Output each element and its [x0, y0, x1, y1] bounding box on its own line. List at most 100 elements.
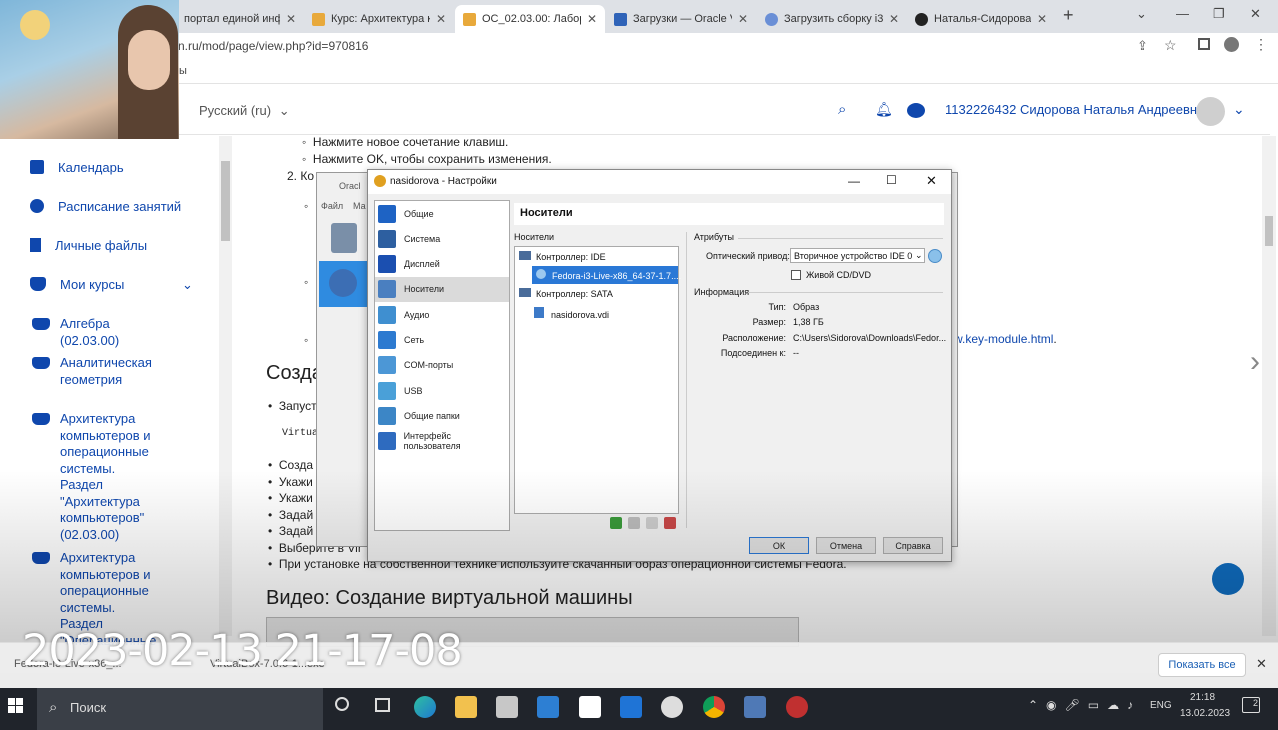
- profile-avatar[interactable]: [1224, 37, 1239, 52]
- messages-icon[interactable]: [907, 103, 925, 118]
- next-page-chevron-icon[interactable]: ›: [1250, 345, 1260, 379]
- sidebar-item-my-courses[interactable]: Мои курсы ⌄: [30, 276, 200, 293]
- menu-item-file[interactable]: Файл: [321, 201, 343, 211]
- new-tab-button[interactable]: +: [1063, 5, 1074, 26]
- sidebar-item-files[interactable]: Личные файлы: [30, 237, 147, 254]
- browser-tab[interactable]: Наталья-Сидорова/s ✕: [907, 5, 1055, 33]
- bookmark-star-icon[interactable]: ☆: [1164, 37, 1177, 54]
- task-view-icon[interactable]: [375, 698, 390, 712]
- scrollbar-thumb[interactable]: [1265, 216, 1273, 246]
- chevron-down-icon[interactable]: ⌄: [182, 276, 193, 293]
- close-downloads-icon[interactable]: ✕: [1256, 656, 1267, 672]
- tree-item-sata-controller[interactable]: Контроллер: SATA: [519, 288, 613, 299]
- settings-category-item[interactable]: Система: [376, 227, 508, 251]
- sidebar-course-item[interactable]: Архитектура компьютеров и операционные с…: [32, 411, 172, 543]
- scrollbar-thumb[interactable]: [221, 161, 230, 241]
- ok-button[interactable]: ОК: [749, 537, 809, 554]
- remove-attachment-icon[interactable]: [646, 517, 658, 529]
- bell-icon[interactable]: 🔔︎: [875, 101, 893, 118]
- browser-tab[interactable]: Загрузки — Oracle VM ✕: [606, 5, 756, 33]
- dropbox-icon[interactable]: [620, 696, 642, 718]
- edge-icon[interactable]: [414, 696, 436, 718]
- amazon-icon[interactable]: [579, 696, 601, 718]
- language-indicator[interactable]: ENG: [1150, 700, 1172, 711]
- settings-category-item[interactable]: COM-порты: [376, 353, 508, 377]
- url-field[interactable]: n.ru/mod/page/view.php?id=970816: [178, 39, 368, 53]
- close-tab-icon[interactable]: ✕: [436, 12, 446, 26]
- tree-item-ide-controller[interactable]: Контроллер: IDE: [519, 251, 606, 262]
- virtualbox-taskbar-icon[interactable]: [744, 696, 766, 718]
- clock-time[interactable]: 21:18: [1190, 692, 1215, 703]
- add-controller-icon[interactable]: [610, 517, 622, 529]
- tab-search-icon[interactable]: ⌄: [1136, 6, 1147, 22]
- tree-item-vdi[interactable]: nasidorova.vdi: [534, 307, 609, 320]
- optical-drive-select[interactable]: Вторичное устройство IDE 0 ⌄: [790, 248, 925, 263]
- notifications-icon[interactable]: 2: [1242, 697, 1260, 713]
- menu-item-machine[interactable]: Ма: [353, 201, 366, 211]
- user-avatar[interactable]: [1196, 97, 1225, 126]
- chrome-icon[interactable]: [703, 696, 725, 718]
- add-attachment-icon[interactable]: [628, 517, 640, 529]
- mail-icon[interactable]: [537, 696, 559, 718]
- cancel-button[interactable]: Отмена: [816, 537, 876, 554]
- page-scrollbar[interactable]: [1262, 136, 1276, 636]
- close-tab-icon[interactable]: ✕: [286, 12, 296, 26]
- user-name[interactable]: 1132226432 Сидорова Наталья Андреевна: [945, 102, 1204, 117]
- settings-category-item[interactable]: Носители: [376, 277, 508, 301]
- browser-tab[interactable]: Загрузить сборку i3 | ✕: [757, 5, 907, 33]
- close-tab-icon[interactable]: ✕: [889, 12, 899, 26]
- windows-start-icon[interactable]: [8, 698, 24, 714]
- sidebar-course-item[interactable]: Аналитическая геометрия: [32, 355, 172, 388]
- cortana-icon[interactable]: [335, 697, 349, 711]
- system-tray-icons[interactable]: ⌃◉🎤︎▭☁︎♪: [1028, 698, 1141, 712]
- settings-category-item[interactable]: Интерфейс пользователя: [376, 429, 508, 453]
- store-icon[interactable]: [496, 696, 518, 718]
- tools-icon[interactable]: [331, 223, 357, 253]
- settings-category-item[interactable]: Общие папки: [376, 404, 508, 428]
- close-tab-icon[interactable]: ✕: [738, 12, 748, 26]
- sidebar-item-calendar[interactable]: Календарь: [30, 159, 124, 176]
- splitter[interactable]: [686, 232, 687, 528]
- minimize-icon[interactable]: —: [848, 174, 860, 188]
- browser-tab-active[interactable]: ОС_02.03.00: Лаборато ✕: [455, 5, 605, 33]
- browser-tab[interactable]: портал единой инфо ✕: [176, 5, 304, 33]
- help-button[interactable]: Справка: [883, 537, 943, 554]
- maximize-icon[interactable]: ☐: [886, 173, 897, 187]
- browser-tab[interactable]: Курс: Архитектура ко ✕: [304, 5, 454, 33]
- sidebar-course-item[interactable]: Алгебра (02.03.00): [32, 316, 172, 349]
- show-all-downloads-button[interactable]: Показать все: [1158, 653, 1246, 677]
- side-panel-icon[interactable]: [1198, 38, 1210, 50]
- print-button[interactable]: [1212, 563, 1244, 595]
- settings-category-item[interactable]: Сеть: [376, 328, 508, 352]
- minimize-icon[interactable]: —: [1176, 6, 1189, 21]
- clock-date[interactable]: 13.02.2023: [1180, 708, 1230, 719]
- close-tab-icon[interactable]: ✕: [1037, 12, 1047, 26]
- sidebar-item-schedule[interactable]: Расписание занятий: [30, 198, 181, 215]
- settings-category-item[interactable]: Общие: [376, 202, 508, 226]
- obs-icon[interactable]: [786, 696, 808, 718]
- user-menu-chevron-icon[interactable]: ⌄: [1233, 101, 1245, 118]
- app-icon[interactable]: [661, 696, 683, 718]
- taskbar-search-box[interactable]: ⌕ Поиск: [37, 688, 323, 730]
- settings-category-item[interactable]: Дисплей: [376, 252, 508, 276]
- close-window-icon[interactable]: ✕: [1250, 6, 1261, 22]
- close-dialog-icon[interactable]: ✕: [926, 173, 937, 189]
- sidebar-scrollbar[interactable]: [219, 136, 232, 636]
- storage-tree[interactable]: [514, 246, 679, 514]
- choose-disk-icon[interactable]: [928, 249, 942, 263]
- content-link[interactable]: w.key-module.html.: [954, 332, 1057, 346]
- tree-item-fedora-iso[interactable]: Fedora-i3-Live-x86_64-37-1.7....: [536, 269, 681, 281]
- language-selector[interactable]: Русский (ru) ⌄: [199, 103, 290, 119]
- settings-category-item[interactable]: Аудио: [376, 303, 508, 327]
- file-explorer-icon[interactable]: [455, 696, 477, 718]
- remove-controller-icon[interactable]: [664, 517, 676, 529]
- maximize-icon[interactable]: ❐: [1213, 6, 1225, 22]
- settings-category-item[interactable]: USB: [376, 379, 508, 403]
- close-tab-icon[interactable]: ✕: [587, 12, 597, 26]
- vm-list-item-selected[interactable]: [319, 261, 367, 307]
- share-icon[interactable]: ⇪: [1137, 38, 1148, 54]
- live-cd-checkbox[interactable]: [791, 270, 801, 280]
- bookmark-item[interactable]: ы: [179, 65, 187, 77]
- browser-menu-icon[interactable]: ⋮: [1254, 36, 1268, 53]
- search-icon[interactable]: ⌕: [838, 101, 846, 118]
